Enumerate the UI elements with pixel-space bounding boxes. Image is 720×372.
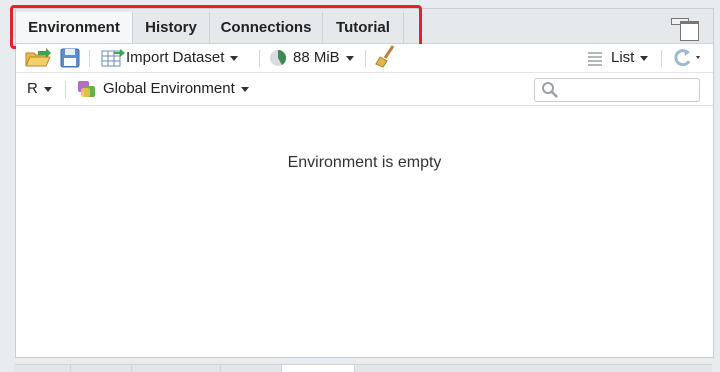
import-dataset-label: Import Dataset	[126, 49, 225, 66]
toolbar-divider	[259, 50, 260, 67]
search-input[interactable]	[561, 81, 695, 99]
scope-toolbar: R Global Environment	[16, 73, 713, 106]
view-mode-label: List	[611, 49, 635, 66]
tab-history[interactable]: History	[133, 12, 210, 43]
chevron-down-icon	[345, 55, 354, 61]
tab-environment[interactable]: Environment	[16, 12, 133, 43]
memory-usage-label: 88 MiB	[293, 49, 340, 66]
search-icon	[542, 82, 558, 98]
environment-pane: Environment History Connections Tutorial	[10, 5, 714, 358]
tab-connections[interactable]: Connections	[210, 12, 323, 43]
chevron-down-icon	[230, 55, 239, 61]
environment-select[interactable]: Global Environment	[75, 75, 249, 103]
toolbar-divider	[365, 50, 366, 67]
empty-environment-message: Environment is empty	[287, 154, 442, 171]
import-dataset-button[interactable]: Import Dataset	[100, 44, 239, 72]
maximize-pane-icon[interactable]	[680, 21, 699, 41]
refresh-icon[interactable]	[670, 44, 706, 72]
tab-bar: Environment History Connections Tutorial	[10, 5, 713, 49]
broom-clear-icon[interactable]	[374, 44, 398, 72]
search-field[interactable]	[534, 78, 700, 102]
language-label: R	[27, 80, 38, 97]
language-select[interactable]: R	[27, 75, 52, 103]
memory-usage-button[interactable]: 88 MiB	[267, 44, 354, 72]
environment-content: Environment is empty	[16, 106, 713, 357]
toolbar-divider	[65, 81, 66, 98]
environment-toolbar: Import Dataset 88 MiB List	[16, 44, 713, 73]
view-mode-button[interactable]: List	[586, 44, 649, 72]
toolbar-divider	[89, 50, 90, 67]
chevron-down-icon	[43, 86, 52, 92]
chevron-down-icon	[240, 86, 249, 92]
environment-label: Global Environment	[103, 80, 235, 97]
chevron-down-icon	[640, 55, 649, 61]
save-workspace-icon[interactable]	[59, 44, 81, 72]
open-folder-icon[interactable]	[24, 44, 52, 72]
tab-tutorial[interactable]: Tutorial	[323, 12, 404, 43]
toolbar-divider	[661, 50, 662, 67]
